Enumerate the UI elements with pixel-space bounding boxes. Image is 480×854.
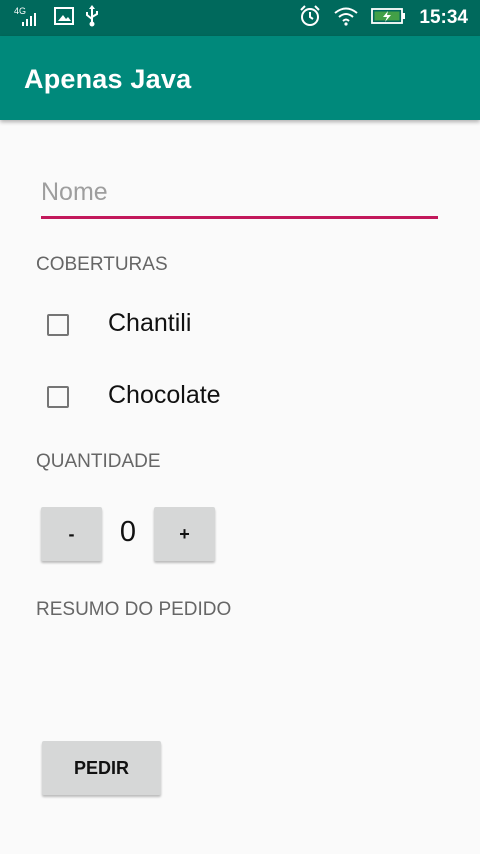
name-input[interactable] xyxy=(41,172,438,219)
checkbox-chantili-box[interactable] xyxy=(47,314,69,336)
clock-time: 15:34 xyxy=(419,7,468,28)
alarm-icon xyxy=(299,4,321,32)
status-bar-left: 4G xyxy=(14,4,100,32)
status-bar-right: 15:34 xyxy=(299,4,468,32)
image-icon xyxy=(54,6,74,30)
battery-charging-icon xyxy=(371,7,407,30)
app-bar: Apenas Java xyxy=(0,36,480,120)
quantity-label: QUANTIDADE xyxy=(36,451,161,472)
checkbox-chocolate-label: Chocolate xyxy=(108,381,221,409)
toppings-label: COBERTURAS xyxy=(36,254,168,275)
wifi-icon xyxy=(333,6,359,31)
checkbox-chantili-label: Chantili xyxy=(108,309,192,337)
signal-icon: 4G xyxy=(14,6,44,28)
decrement-button[interactable]: - xyxy=(41,507,102,561)
order-summary-label: RESUMO DO PEDIDO xyxy=(36,599,232,620)
checkbox-chantili[interactable]: Chantili xyxy=(47,309,191,339)
app-title: Apenas Java xyxy=(24,64,192,94)
increment-button[interactable]: + xyxy=(154,507,215,561)
status-bar: 4G 15:34 xyxy=(0,0,480,36)
order-button[interactable]: PEDIR xyxy=(42,741,161,795)
checkbox-chocolate-box[interactable] xyxy=(47,386,69,408)
checkbox-chocolate[interactable]: Chocolate xyxy=(47,381,221,411)
quantity-value: 0 xyxy=(119,516,137,548)
usb-icon xyxy=(84,4,100,32)
